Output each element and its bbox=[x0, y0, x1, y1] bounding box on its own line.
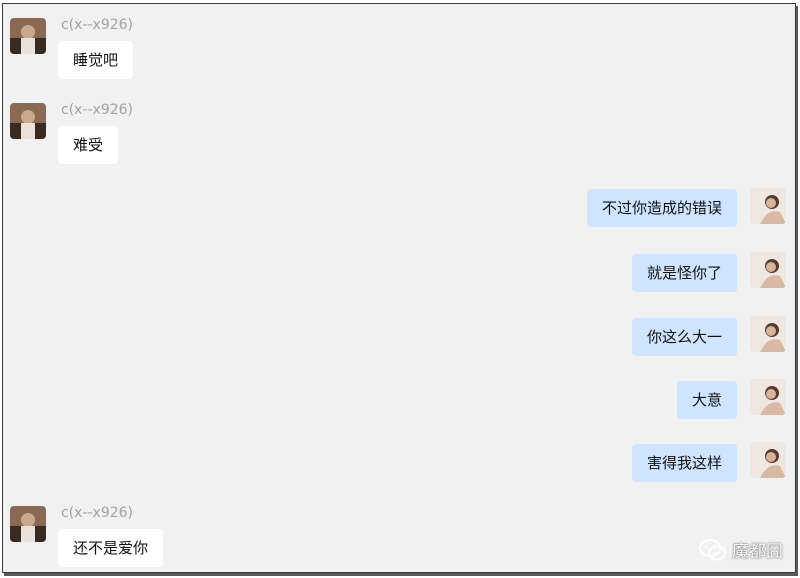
message-bubble-outgoing[interactable]: 大意 bbox=[676, 381, 737, 419]
wechat-icon bbox=[698, 538, 728, 562]
message-bubble-incoming[interactable]: 还不是爱你 bbox=[58, 529, 164, 567]
message-bubble-incoming[interactable]: 睡觉吧 bbox=[58, 41, 134, 79]
sender-name: c(x--x926) bbox=[61, 102, 134, 118]
self-avatar[interactable] bbox=[750, 188, 786, 224]
self-avatar[interactable] bbox=[750, 379, 786, 415]
self-avatar[interactable] bbox=[750, 316, 786, 352]
contact-avatar[interactable] bbox=[10, 103, 46, 139]
message-bubble-outgoing[interactable]: 就是怪你了 bbox=[631, 254, 737, 292]
sender-name: c(x--x926) bbox=[61, 505, 134, 521]
contact-avatar[interactable] bbox=[10, 506, 46, 542]
watermark: 魔都囧 bbox=[698, 537, 783, 562]
message-bubble-outgoing[interactable]: 害得我这样 bbox=[631, 444, 737, 482]
sender-name: c(x--x926) bbox=[61, 17, 134, 33]
self-avatar[interactable] bbox=[750, 252, 786, 288]
contact-avatar[interactable] bbox=[10, 18, 46, 54]
message-bubble-outgoing[interactable]: 不过你造成的错误 bbox=[586, 189, 737, 227]
message-bubble-outgoing[interactable]: 你这么大一 bbox=[631, 318, 737, 356]
watermark-text: 魔都囧 bbox=[732, 542, 783, 562]
chat-window: c(x--x926) 睡觉吧 c(x--x926) 难受 不过你造成的错误 就是… bbox=[2, 3, 796, 573]
message-bubble-incoming[interactable]: 难受 bbox=[58, 126, 119, 164]
self-avatar[interactable] bbox=[750, 442, 786, 478]
